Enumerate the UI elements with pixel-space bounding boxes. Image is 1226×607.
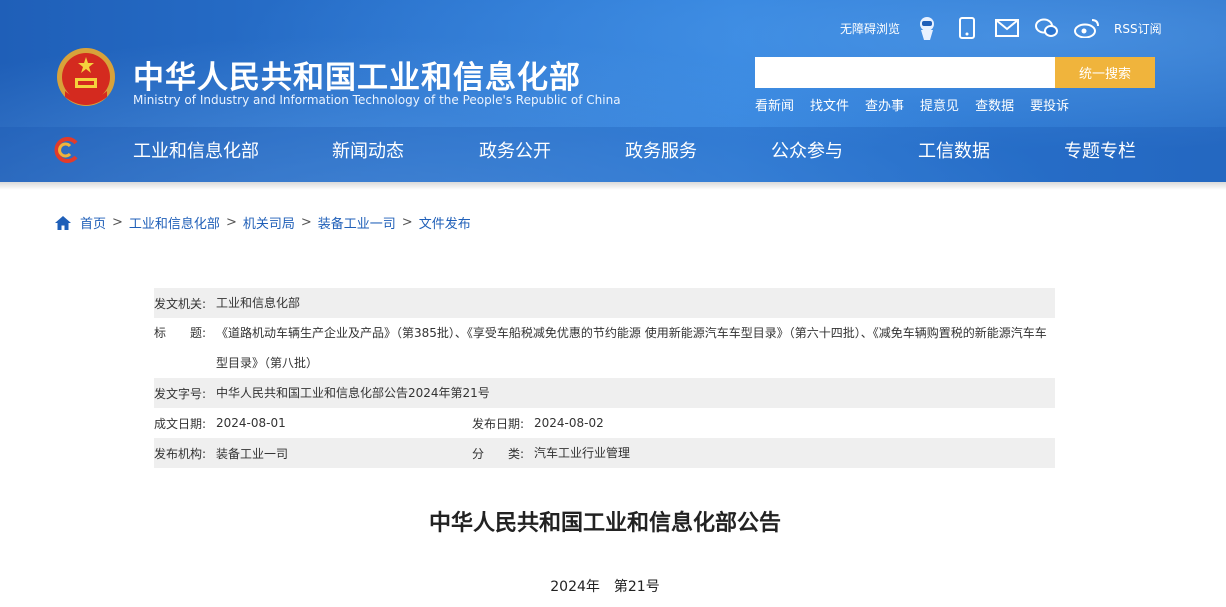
nav-item-news[interactable]: 新闻动态 <box>332 137 479 163</box>
breadcrumb-home[interactable]: 首页 <box>80 213 106 232</box>
quick-links: 看新闻 找文件 查办事 提意见 查数据 要投诉 <box>755 95 1069 114</box>
breadcrumb-separator: > <box>112 215 123 230</box>
search-bar: 统一搜索 <box>755 57 1155 88</box>
created-value: 2024-08-01 <box>216 416 286 430</box>
published-value: 2024-08-02 <box>534 416 604 430</box>
docno-label: 发文字号: <box>154 386 207 401</box>
quick-link-services[interactable]: 查办事 <box>865 95 904 114</box>
document-meta-table: 发文机关: 工业和信息化部 标 题: 《道路机动车辆生产企业及产品》（第385批… <box>154 288 1055 468</box>
breadcrumb-separator: > <box>300 215 312 230</box>
quick-link-data[interactable]: 查数据 <box>975 95 1014 114</box>
top-links: 无障碍浏览 RSS订阅 <box>840 14 1162 42</box>
title-value: 《道路机动车辆生产企业及产品》（第385批）、《享受车船税减免优惠的节约能源 使… <box>216 326 1047 370</box>
meta-row-issuer: 发文机关: 工业和信息化部 <box>154 288 1055 318</box>
site-title-en: Ministry of Industry and Information Tec… <box>133 93 621 107</box>
breadcrumb-separator: > <box>401 215 413 230</box>
quick-link-news[interactable]: 看新闻 <box>755 95 794 114</box>
search-input[interactable] <box>755 57 1055 88</box>
ministry-logo-icon[interactable] <box>52 137 80 163</box>
meta-row-dates: 成文日期: 2024-08-01 发布日期: 2024-08-02 <box>154 408 1055 438</box>
nav-item-ministry[interactable]: 工业和信息化部 <box>133 137 332 163</box>
mobile-icon[interactable] <box>954 15 980 41</box>
quick-link-files[interactable]: 找文件 <box>810 95 849 114</box>
breadcrumb-equipment-dept[interactable]: 装备工业一司 <box>318 213 396 232</box>
document-title: 中华人民共和国工业和信息化部公告 <box>428 511 781 536</box>
wechat-icon[interactable] <box>1034 15 1060 41</box>
meta-row-docno: 发文字号: 中华人民共和国工业和信息化部公告2024年第21号 <box>154 378 1055 408</box>
weibo-icon[interactable] <box>1074 15 1100 41</box>
site-header: 中华人民共和国工业和信息化部 Ministry of Industry and … <box>0 0 1226 182</box>
nav-item-participation[interactable]: 公众参与 <box>771 137 918 163</box>
breadcrumb-ministry[interactable]: 工业和信息化部 <box>129 213 220 232</box>
site-title-cn: 中华人民共和国工业和信息化部 <box>133 60 581 96</box>
org-label: 发布机构: <box>154 446 207 461</box>
search-button[interactable]: 统一搜索 <box>1055 57 1155 88</box>
docno-value: 中华人民共和国工业和信息化部公告2024年第21号 <box>216 386 490 400</box>
meta-row-org: 发布机构: 装备工业一司 分 类: 汽车工业行业管理 <box>154 438 1055 468</box>
breadcrumb-departments[interactable]: 机关司局 <box>243 213 295 232</box>
home-icon[interactable] <box>55 215 71 230</box>
mail-icon[interactable] <box>994 15 1020 41</box>
breadcrumb-documents[interactable]: 文件发布 <box>419 213 471 232</box>
issuer-value: 工业和信息化部 <box>216 296 301 310</box>
header-shadow <box>0 182 1226 190</box>
published-label: 发布日期: <box>472 416 525 431</box>
created-label: 成文日期: <box>154 416 207 431</box>
quick-link-feedback[interactable]: 提意见 <box>920 95 959 114</box>
nav-item-data[interactable]: 工信数据 <box>918 137 1064 163</box>
nav-item-gov-services[interactable]: 政务服务 <box>625 137 771 163</box>
org-value: 装备工业一司 <box>216 446 289 461</box>
issuer-label: 发文机关: <box>154 296 207 311</box>
quick-link-complaint[interactable]: 要投诉 <box>1030 95 1069 114</box>
category-value: 汽车工业行业管理 <box>534 446 631 460</box>
category-label: 分 类: <box>472 446 525 461</box>
title-label: 标 题: <box>154 326 207 340</box>
rss-link[interactable]: RSS订阅 <box>1114 20 1162 37</box>
main-nav: 工业和信息化部 新闻动态 政务公开 政务服务 公众参与 工信数据 专题专栏 <box>133 137 1136 163</box>
national-emblem-logo[interactable] <box>55 47 117 111</box>
breadcrumb: 首页 > 工业和信息化部 > 机关司局 > 装备工业一司 > 文件发布 <box>55 213 471 232</box>
nav-item-topics[interactable]: 专题专栏 <box>1064 137 1136 163</box>
robot-icon[interactable] <box>914 15 940 41</box>
meta-row-title: 标 题: 《道路机动车辆生产企业及产品》（第385批）、《享受车船税减免优惠的节… <box>154 318 1055 378</box>
nav-item-gov-affairs[interactable]: 政务公开 <box>479 137 625 163</box>
breadcrumb-separator: > <box>225 215 237 230</box>
accessibility-link[interactable]: 无障碍浏览 <box>840 20 900 37</box>
document-number: 2024年 第21号 <box>550 579 660 595</box>
